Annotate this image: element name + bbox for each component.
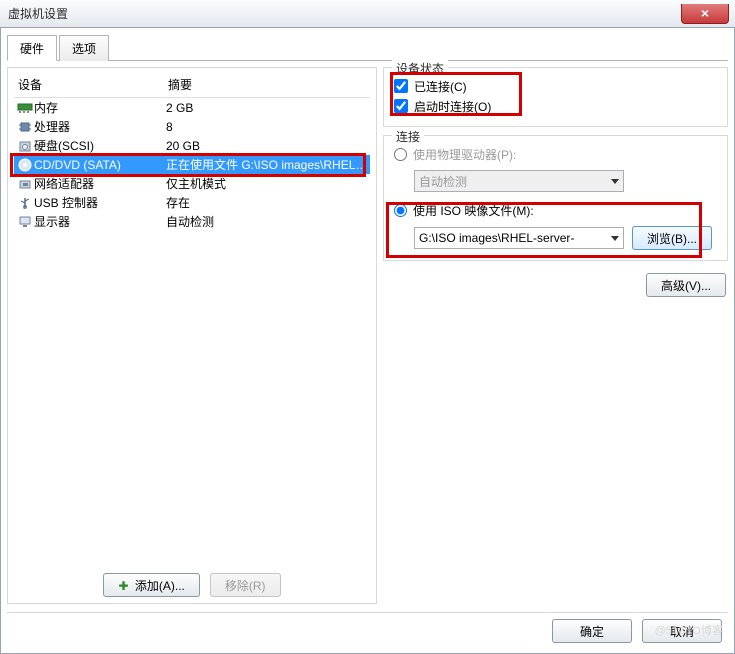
nic-icon [16,177,34,191]
memory-icon [16,102,34,114]
device-name: CD/DVD (SATA) [34,158,166,172]
add-icon: ✚ [118,579,128,593]
connected-checkbox[interactable] [394,79,408,93]
advanced-button[interactable]: 高级(V)... [646,273,726,297]
device-row[interactable]: 硬盘(SCSI)20 GB [14,136,370,155]
physical-drive-radio-row[interactable]: 使用物理驱动器(P): [394,144,717,164]
physical-drive-label: 使用物理驱动器(P): [413,146,516,163]
device-summary: 自动检测 [166,213,368,230]
physical-drive-combo: 自动检测 [414,170,624,192]
title-bar: 虚拟机设置 × [0,0,735,28]
cancel-button[interactable]: 取消 [642,619,722,643]
close-icon: × [701,5,709,21]
browse-button[interactable]: 浏览(B)... [632,226,712,250]
connection-title: 连接 [392,128,424,145]
window-title: 虚拟机设置 [8,5,68,22]
device-summary: 仅主机模式 [166,175,368,192]
device-name: 网络适配器 [34,175,166,192]
iso-file-label: 使用 ISO 映像文件(M): [413,202,534,219]
connected-checkbox-row[interactable]: 已连接(C) [394,76,717,96]
tab-strip: 硬件 选项 [7,34,728,61]
remove-device-button: 移除(R) [210,573,281,597]
device-status-title: 设备状态 [392,60,448,77]
device-row[interactable]: USB 控制器存在 [14,193,370,212]
chevron-down-icon [611,236,619,241]
chevron-down-icon [611,179,619,184]
close-button[interactable]: × [681,4,729,24]
device-row[interactable]: 网络适配器仅主机模式 [14,174,370,193]
ok-button[interactable]: 确定 [552,619,632,643]
connected-label: 已连接(C) [414,78,467,95]
device-name: 处理器 [34,118,166,135]
iso-file-radio[interactable] [394,204,407,217]
device-name: USB 控制器 [34,194,166,211]
cpu-icon [16,120,34,134]
device-summary: 存在 [166,194,368,211]
physical-drive-radio[interactable] [394,148,407,161]
device-name: 显示器 [34,213,166,230]
device-row[interactable]: 内存2 GB [14,98,370,117]
dialog-content: 硬件 选项 设备 摘要 内存2 GB处理器8硬盘(SCSI)20 GBCD/DV… [0,28,735,654]
physical-drive-combo-value: 自动检测 [419,173,467,190]
connect-at-power-checkbox[interactable] [394,99,408,113]
add-device-button[interactable]: ✚ 添加(A)... [103,573,199,597]
col-device: 设备 [18,76,168,93]
iso-path-combo[interactable]: G:\ISO images\RHEL-server- [414,227,624,249]
iso-file-radio-row[interactable]: 使用 ISO 映像文件(M): [394,200,717,220]
device-status-group: 设备状态 已连接(C) 启动时连接(O) [383,67,728,127]
device-detail-pane: 设备状态 已连接(C) 启动时连接(O) 连接 使用物理驱动器(P): [383,67,728,604]
device-name: 内存 [34,99,166,116]
device-summary: 20 GB [166,139,368,153]
device-summary: 2 GB [166,101,368,115]
display-icon [16,215,34,229]
tab-options[interactable]: 选项 [59,35,109,61]
device-list[interactable]: 内存2 GB处理器8硬盘(SCSI)20 GBCD/DVD (SATA)正在使用… [14,97,370,565]
device-list-pane: 设备 摘要 内存2 GB处理器8硬盘(SCSI)20 GBCD/DVD (SAT… [7,67,377,604]
device-row[interactable]: 显示器自动检测 [14,212,370,231]
connection-group: 连接 使用物理驱动器(P): 自动检测 使用 ISO 映像文件(M): [383,135,728,261]
device-summary: 正在使用文件 G:\ISO images\RHEL-... [166,156,368,173]
usb-icon [16,196,34,210]
device-name: 硬盘(SCSI) [34,137,166,154]
device-list-header: 设备 摘要 [14,76,370,97]
cd-icon [16,158,34,172]
hdd-icon [16,139,34,153]
device-row[interactable]: CD/DVD (SATA)正在使用文件 G:\ISO images\RHEL-.… [14,155,370,174]
col-summary: 摘要 [168,76,366,93]
dialog-footer: 确定 取消 [7,612,728,643]
iso-path-value: G:\ISO images\RHEL-server- [419,231,574,245]
connect-at-power-label: 启动时连接(O) [414,98,491,115]
connect-at-power-row[interactable]: 启动时连接(O) [394,96,717,116]
tab-hardware[interactable]: 硬件 [7,35,57,61]
device-row[interactable]: 处理器8 [14,117,370,136]
device-summary: 8 [166,120,368,134]
add-device-label: 添加(A)... [135,579,185,593]
